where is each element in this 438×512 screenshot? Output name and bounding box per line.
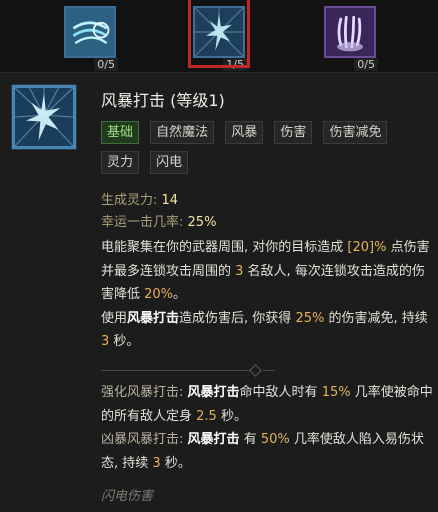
tag-damage[interactable]: 伤害 xyxy=(274,121,313,144)
desc-text: 使用 xyxy=(101,310,128,326)
lucky-hit-row: 幸运一击几率: 25% xyxy=(101,212,435,234)
desc-text: 秒。 xyxy=(109,334,140,349)
skill-slot-wind[interactable]: 0/5 xyxy=(64,6,118,71)
damage-type-footer: 闪电伤害 xyxy=(101,489,154,504)
skill-stats: 生成灵力: 14 幸运一击几率: 25% xyxy=(101,190,435,234)
skill-tags: 基础 自然魔法 风暴 伤害 伤害减免 灵力 闪电 xyxy=(101,121,431,181)
description-paragraph-2: 使用风暴打击造成伤害后, 你获得 25% 的伤害减免, 持续 3 秒。 xyxy=(101,307,435,354)
lucky-hit-label: 幸运一击几率: xyxy=(101,215,184,230)
skill-slot-storm-strike[interactable]: 1/5 xyxy=(193,6,247,71)
tag-damage-reduction[interactable]: 伤害减免 xyxy=(323,121,388,144)
immobilize-duration: 2.5 xyxy=(196,408,217,424)
chain-reduction: 20% xyxy=(144,287,174,302)
description-paragraph-1: 电能聚集在你的武器周围, 对你的目标造成 [20]% 点伤害并最多连锁攻击周围的… xyxy=(101,236,435,307)
desc-text: 电能聚集在你的武器周围, 对你的目标造成 xyxy=(101,240,348,255)
desc-text: 。 xyxy=(173,287,187,302)
skill-slot-claw[interactable]: 0/5 xyxy=(324,6,378,71)
tag-lightning[interactable]: 闪电 xyxy=(150,151,189,174)
enhancement-2: 凶暴风暴打击: 风暴打击 有 50% 几率使敌人陷入易伤状态, 持续 3 秒。 xyxy=(101,428,435,475)
spirit-label: 生成灵力: xyxy=(101,193,158,208)
storm-strike-icon xyxy=(12,85,76,149)
desc-text: 造成伤害后, 你获得 xyxy=(179,310,296,326)
vulnerable-duration: 3 xyxy=(152,455,161,471)
enhancement-label: 强化风暴打击: xyxy=(101,385,184,400)
section-divider xyxy=(101,364,281,377)
enh-text: 有 xyxy=(243,432,261,447)
desc-text: 的伤害减免, 持续 xyxy=(324,310,428,326)
slot-rank: 1/5 xyxy=(223,58,247,71)
storm-strike-small-icon xyxy=(193,6,245,58)
damage-reduction-value: 25% xyxy=(295,310,325,326)
spirit-generation-row: 生成灵力: 14 xyxy=(101,190,435,212)
skill-name-ref: 风暴打击 xyxy=(187,432,240,447)
damage-percent: [20]% xyxy=(347,240,387,255)
claw-skill-icon xyxy=(324,6,376,58)
enhancement-label: 凶暴风暴打击: xyxy=(101,432,184,447)
enh-text: 秒。 xyxy=(216,408,247,424)
skill-name-ref: 风暴打击 xyxy=(187,385,240,400)
lucky-hit-value: 25% xyxy=(187,215,217,230)
slot-rank: 0/5 xyxy=(94,58,118,71)
enhancement-1: 强化风暴打击: 风暴打击命中敌人时有 15% 几率使被命中的所有敌人定身 2.5… xyxy=(101,381,435,428)
skill-tooltip: 风暴打击 (等级1) 基础 自然魔法 风暴 伤害 伤害减免 灵力 闪电 生成灵力… xyxy=(0,72,438,512)
skill-description: 电能聚集在你的武器周围, 对你的目标造成 [20]% 点伤害并最多连锁攻击周围的… xyxy=(101,236,435,354)
enh-text: 命中敌人时有 xyxy=(239,385,322,400)
tag-basic[interactable]: 基础 xyxy=(101,121,140,144)
tag-nature-magic[interactable]: 自然魔法 xyxy=(150,121,215,144)
skill-enhancements: 强化风暴打击: 风暴打击命中敌人时有 15% 几率使被命中的所有敌人定身 2.5… xyxy=(101,381,435,475)
skill-name-ref: 风暴打击 xyxy=(127,310,180,326)
slot-rank: 0/5 xyxy=(354,58,378,71)
spirit-value: 14 xyxy=(161,193,179,208)
vulnerable-chance: 50% xyxy=(260,432,290,447)
wind-skill-icon xyxy=(64,6,116,58)
immobilize-chance: 15% xyxy=(321,385,351,400)
tag-storm[interactable]: 风暴 xyxy=(225,121,264,144)
skill-upgrade-bar: 0/5 1/5 0/5 xyxy=(0,0,438,72)
enh-text: 秒。 xyxy=(160,455,191,471)
skill-title: 风暴打击 (等级1) xyxy=(101,91,225,110)
tag-spirit[interactable]: 灵力 xyxy=(101,151,140,174)
